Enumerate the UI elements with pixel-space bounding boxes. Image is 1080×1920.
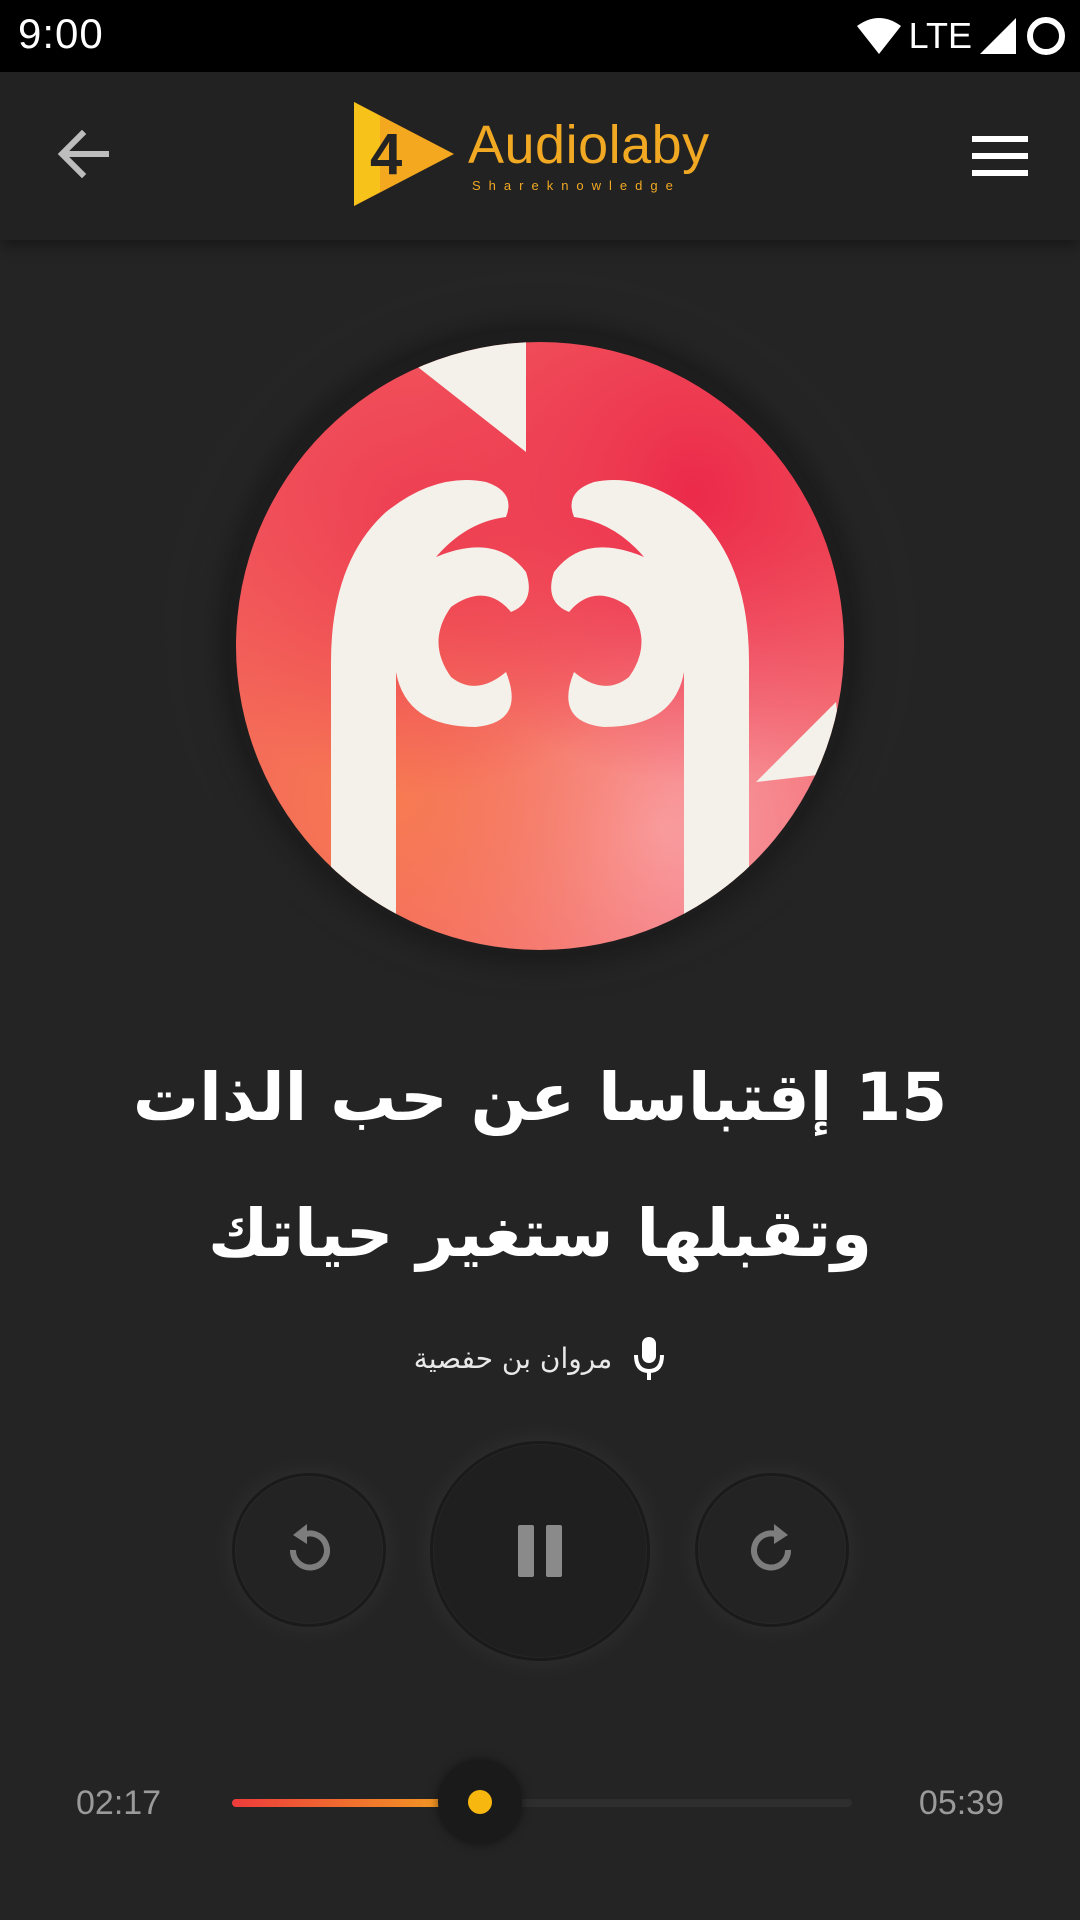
status-time: 9:00: [18, 10, 104, 57]
cell-signal-icon: [980, 18, 1016, 54]
status-bar: 9:00 LTE: [0, 0, 1080, 72]
logo-tagline: Shareknowledge: [472, 178, 681, 193]
episode-title: 15 إقتباسا عن حب الذات وتقبلها ستغير حيا…: [60, 1030, 1020, 1302]
narrator-row[interactable]: مروان بن حفصية: [340, 1330, 740, 1386]
forward-icon: [751, 1524, 792, 1571]
cover-artwork: [236, 342, 844, 950]
rewind-button[interactable]: [232, 1473, 386, 1627]
progress-thumb[interactable]: [438, 1760, 522, 1844]
episode-title-line-1: 15 إقتباسا عن حب الذات: [132, 1059, 948, 1136]
elapsed-time: 02:17: [76, 1784, 162, 1822]
svg-text:4: 4: [370, 122, 402, 187]
wifi-icon: [856, 18, 901, 54]
total-time: 05:39: [918, 1784, 1004, 1822]
hamburger-menu-icon: [972, 136, 1028, 176]
logo-name: Audiolaby: [468, 115, 710, 175]
app-bar: 4 Audiolaby Shareknowledge: [0, 72, 1080, 240]
status-icons: LTE: [855, 12, 1068, 60]
narrator-name: مروان بن حفصية: [413, 1341, 613, 1375]
back-button[interactable]: [52, 122, 116, 186]
pause-button[interactable]: [430, 1441, 650, 1661]
progress-thumb-dot: [468, 1790, 492, 1814]
pause-icon: [518, 1525, 562, 1577]
network-type-label: LTE: [908, 15, 972, 56]
rewind-icon: [289, 1524, 330, 1571]
arrow-left-icon: [57, 129, 109, 179]
battery-icon: [1027, 17, 1065, 55]
forward-button[interactable]: [695, 1473, 849, 1627]
logo-mark-icon: 4: [354, 102, 454, 206]
progress-track[interactable]: [232, 1799, 852, 1807]
menu-button[interactable]: [970, 132, 1030, 180]
app-logo: 4 Audiolaby Shareknowledge: [350, 96, 730, 212]
episode-title-line-2: وتقبلها ستغير حياتك: [207, 1195, 873, 1272]
microphone-icon: [634, 1337, 665, 1380]
heart-hands-icon: [236, 342, 844, 950]
